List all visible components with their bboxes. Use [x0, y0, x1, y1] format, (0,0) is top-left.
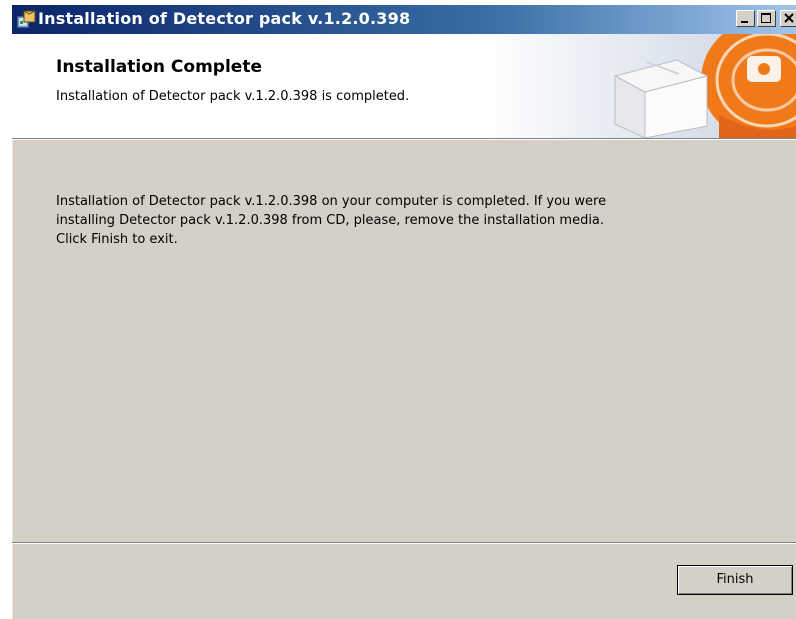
page-subtitle: Installation of Detector pack v.1.2.0.39… — [56, 89, 410, 104]
completion-message: Installation of Detector pack v.1.2.0.39… — [56, 192, 756, 249]
message-line: Installation of Detector pack v.1.2.0.39… — [56, 194, 607, 209]
maximize-button[interactable] — [757, 10, 776, 27]
package-box-icon — [613, 34, 796, 138]
wizard-header: Installation Complete Installation of De… — [12, 34, 796, 138]
message-line: Click Finish to exit. — [56, 232, 178, 247]
installer-app-icon — [16, 10, 36, 29]
close-icon — [784, 13, 794, 23]
page-title: Installation Complete — [56, 57, 262, 77]
header-divider-highlight — [12, 139, 796, 140]
footer-divider-highlight — [12, 543, 796, 544]
close-button[interactable] — [780, 10, 796, 27]
title-bar[interactable]: Installation of Detector pack v.1.2.0.39… — [12, 5, 796, 34]
maximize-icon — [761, 13, 771, 23]
window-title: Installation of Detector pack v.1.2.0.39… — [38, 9, 411, 28]
minimize-icon — [741, 21, 748, 23]
finish-button[interactable]: Finish — [677, 565, 793, 595]
installer-window: Installation of Detector pack v.1.2.0.39… — [11, 5, 796, 619]
minimize-button[interactable] — [736, 10, 755, 27]
message-line: installing Detector pack v.1.2.0.398 fro… — [56, 213, 605, 228]
